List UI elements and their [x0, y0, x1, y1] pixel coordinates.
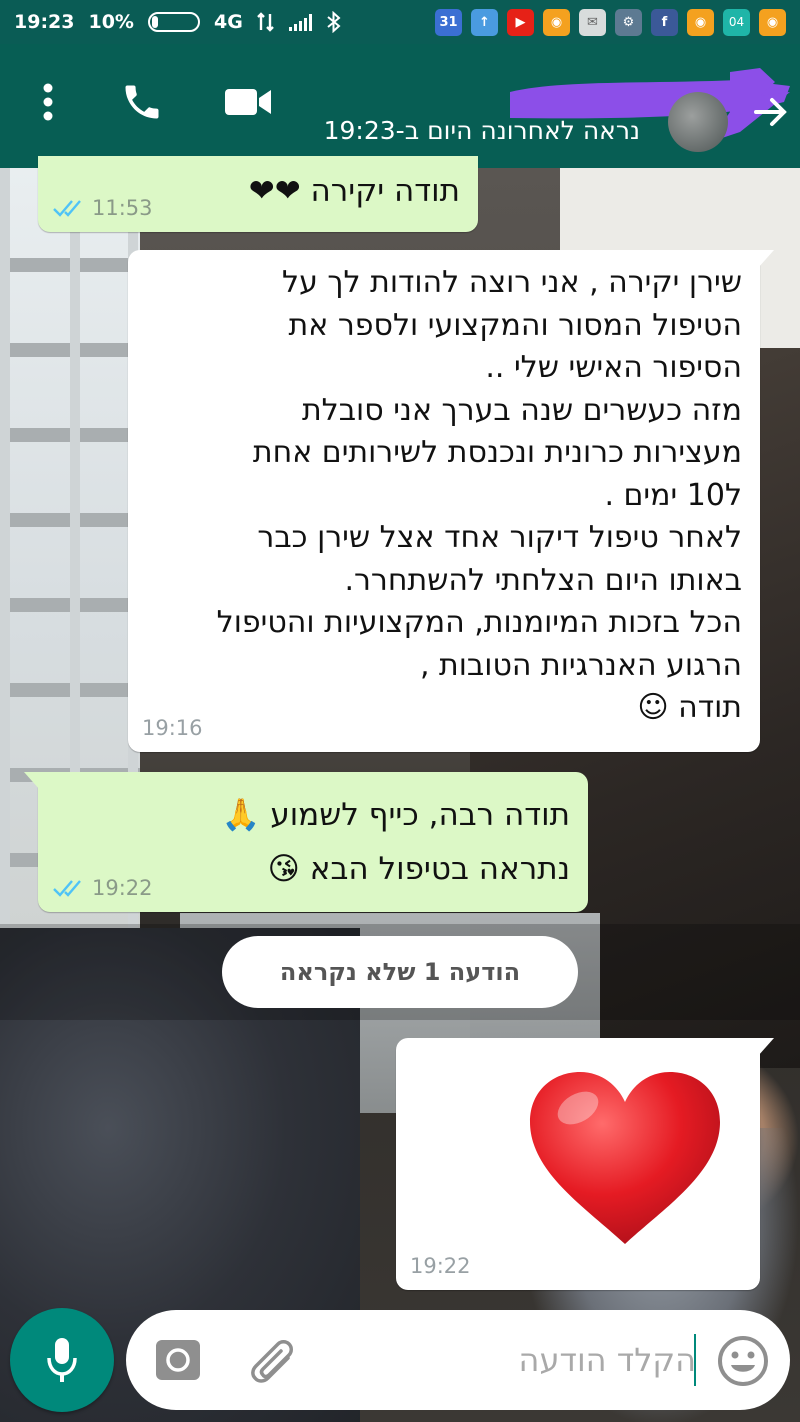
microphone-icon [47, 1338, 77, 1382]
upload-notification-icon: ↑ [471, 8, 498, 36]
voice-call-icon[interactable] [112, 72, 172, 132]
message-text: תודה רבה, כייף לשמוע 🙏 נתראה בטיפול הבא … [221, 797, 570, 887]
status-bar: 19:23 10% 4G 31 ↑ ▶ ◉ ✉ ⚙ f ◉ 04 ◉ [0, 0, 800, 44]
bubble-tail [758, 250, 774, 268]
heart-emoji-icon [530, 1072, 720, 1244]
bubble-tail [758, 1038, 774, 1056]
attachment-icon[interactable] [244, 1332, 300, 1388]
status-time: 19:23 [14, 11, 75, 33]
app-notification-icon: ◉ [543, 8, 570, 36]
message-bubble-outgoing[interactable]: תודה יקירה ❤❤ 11:53 [38, 156, 478, 232]
unread-messages-banner: הודעה 1 שלא נקראה [222, 936, 578, 1008]
text-cursor [694, 1334, 696, 1386]
overflow-menu-icon[interactable] [18, 72, 78, 132]
app-notification-icon-3: ◉ [759, 8, 786, 36]
mail-notification-icon: ✉ [579, 8, 606, 36]
calendar-notification-icon: 31 [435, 8, 462, 36]
app-notification-icon-2: ◉ [687, 8, 714, 36]
message-bubble-incoming[interactable]: 19:22 [396, 1038, 774, 1290]
bluetooth-icon [327, 11, 341, 33]
contact-avatar[interactable] [668, 92, 728, 152]
message-composer [126, 1310, 790, 1410]
emoji-icon[interactable] [716, 1334, 770, 1388]
read-ticks-icon [53, 880, 81, 897]
message-text: שירן יקירה , אני רוצה להודות לך על הטיפו… [216, 265, 742, 725]
back-arrow-icon[interactable] [748, 90, 792, 134]
facebook-notification-icon: f [651, 8, 678, 36]
last-seen-status: נראה לאחרונה היום ב-19:23 [323, 116, 640, 145]
camera-icon[interactable] [154, 1336, 202, 1384]
bubble-tail [24, 772, 40, 790]
message-bubble-outgoing[interactable]: תודה רבה, כייף לשמוע 🙏 נתראה בטיפול הבא … [24, 772, 588, 912]
video-call-icon[interactable] [218, 72, 278, 132]
message-bubble-incoming[interactable]: שירן יקירה , אני רוצה להודות לך על הטיפו… [128, 250, 774, 752]
message-text: תודה יקירה ❤❤ [248, 173, 460, 209]
youtube-notification-icon: ▶ [507, 8, 534, 36]
message-time: 19:22 [410, 1254, 471, 1278]
message-time: 19:16 [142, 716, 203, 740]
message-meta: 11:53 [52, 196, 153, 220]
chat-header: נראה לאחרונה היום ב-19:23 [0, 44, 800, 168]
network-type: 4G [213, 11, 243, 33]
battery-percent: 10% [88, 11, 134, 33]
battery-icon [147, 12, 200, 32]
message-time: 19:22 [92, 876, 153, 900]
message-time: 11:53 [92, 196, 153, 220]
message-input[interactable] [326, 1326, 696, 1394]
signal-icon [288, 13, 312, 31]
data-arrows-icon [256, 12, 274, 32]
voice-record-button[interactable] [10, 1308, 114, 1412]
message-meta: 19:16 [142, 716, 203, 740]
read-ticks-icon [53, 200, 81, 217]
date-notification-icon: 04 [723, 8, 750, 36]
message-meta: 19:22 [410, 1254, 471, 1278]
message-meta: 19:22 [52, 876, 153, 900]
settings-notification-icon: ⚙ [615, 8, 642, 36]
